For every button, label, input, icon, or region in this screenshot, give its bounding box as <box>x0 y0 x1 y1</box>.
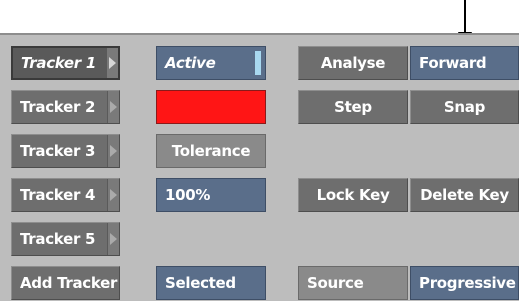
direction-dropdown[interactable]: Forward <box>410 46 519 80</box>
active-label: Active <box>165 54 216 72</box>
tracker-5-expand-icon[interactable] <box>107 223 119 255</box>
lock-key-button[interactable]: Lock Key <box>298 178 408 212</box>
analyse-button[interactable]: Analyse <box>298 46 408 80</box>
tracker-3-button[interactable]: Tracker 3 <box>11 134 120 168</box>
selection-mode-field[interactable]: Selected <box>156 266 266 300</box>
tracker-3-label: Tracker 3 <box>20 142 96 160</box>
tracker-panel: Tracker 1 Tracker 2 Tracker 3 Tracker 4 … <box>0 33 519 301</box>
add-tracker-button[interactable]: Add Tracker <box>11 266 120 300</box>
tracker-5-label: Tracker 5 <box>20 230 96 248</box>
tracker-1-button[interactable]: Tracker 1 <box>11 46 120 80</box>
delete-key-button[interactable]: Delete Key <box>410 178 519 212</box>
tolerance-field[interactable]: 100% <box>156 178 266 212</box>
tracker-4-expand-icon[interactable] <box>107 179 119 211</box>
tracker-3-expand-icon[interactable] <box>107 135 119 167</box>
step-button[interactable]: Step <box>298 90 408 124</box>
source-mode-dropdown[interactable]: Progressive <box>410 266 519 300</box>
tracker-4-button[interactable]: Tracker 4 <box>11 178 120 212</box>
tracker-2-button[interactable]: Tracker 2 <box>11 90 120 124</box>
tracker-color-swatch[interactable] <box>156 90 266 124</box>
tracker-1-expand-icon[interactable] <box>106 48 118 78</box>
tracker-5-button[interactable]: Tracker 5 <box>11 222 120 256</box>
snap-button[interactable]: Snap <box>410 90 519 124</box>
active-toggle[interactable]: Active <box>156 46 266 80</box>
tracker-2-label: Tracker 2 <box>20 98 96 116</box>
active-indicator <box>255 51 261 75</box>
source-label: Source <box>298 266 408 300</box>
tracker-4-label: Tracker 4 <box>20 186 96 204</box>
tracker-2-expand-icon[interactable] <box>107 91 119 123</box>
tolerance-label: Tolerance <box>156 134 266 168</box>
tracker-1-label: Tracker 1 <box>21 54 96 72</box>
